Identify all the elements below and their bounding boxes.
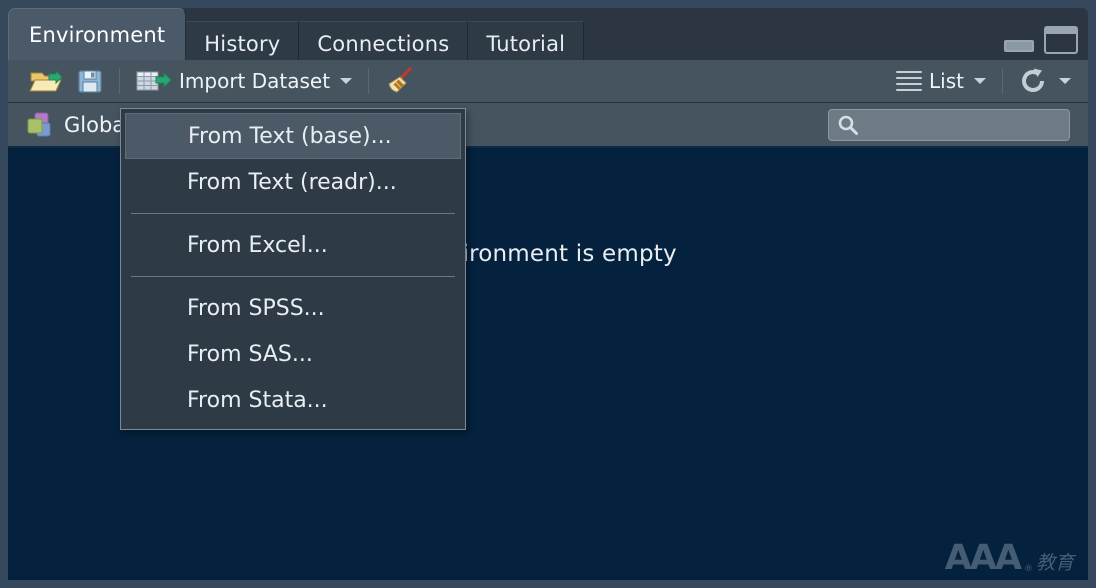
tab-history-label: History <box>204 32 280 56</box>
toolbar-separator-2 <box>368 68 369 94</box>
watermark-chinese-text: 教育 <box>1036 553 1074 574</box>
open-folder-icon <box>29 68 63 94</box>
watermark-aaa-text: AAA <box>945 543 1020 575</box>
view-mode-button[interactable]: List <box>889 66 993 96</box>
refresh-icon <box>1019 67 1049 95</box>
save-workspace-button[interactable] <box>70 65 110 97</box>
menu-item-from-excel-label: From Excel... <box>187 233 328 258</box>
import-table-icon <box>136 69 172 93</box>
import-dataset-label: Import Dataset <box>179 69 330 93</box>
list-view-icon <box>896 71 922 91</box>
toolbar-separator-1 <box>119 68 120 94</box>
toolbar-left-group: Import Dataset <box>8 64 422 98</box>
tab-environment-label: Environment <box>29 23 165 47</box>
watermark-logo: AAA ® 教育 <box>945 543 1074 575</box>
menu-item-from-text-base[interactable]: From Text (base)... <box>125 113 461 159</box>
environment-objects-icon <box>26 112 54 138</box>
menu-item-from-spss[interactable]: From SPSS... <box>121 285 465 331</box>
rstudio-environment-pane: Environment History Connections Tutorial <box>0 0 1096 588</box>
search-icon <box>837 114 859 136</box>
menu-item-from-text-base-label: From Text (base)... <box>188 124 392 149</box>
menu-item-from-sas[interactable]: From SAS... <box>121 331 465 377</box>
tab-connections-label: Connections <box>317 32 449 56</box>
menu-item-from-excel[interactable]: From Excel... <box>121 222 465 268</box>
save-disk-icon <box>77 68 103 94</box>
toolbar-separator-3 <box>1002 68 1003 94</box>
broom-icon <box>385 67 415 95</box>
minimize-icon[interactable] <box>1004 40 1034 52</box>
menu-item-from-stata[interactable]: From Stata... <box>121 377 465 423</box>
menu-item-from-text-readr[interactable]: From Text (readr)... <box>121 159 465 205</box>
tab-list: Environment History Connections Tutorial <box>8 8 584 60</box>
import-dataset-menu: From Text (base)... From Text (readr)...… <box>120 108 466 430</box>
open-workspace-button[interactable] <box>22 65 70 97</box>
tab-environment[interactable]: Environment <box>8 8 186 60</box>
list-label: List <box>929 69 964 93</box>
window-controls <box>1004 22 1078 54</box>
refresh-chevron-down-icon[interactable] <box>1059 78 1071 84</box>
global-environment-label: Globa <box>64 113 125 137</box>
watermark-registered-icon: ® <box>1024 564 1033 574</box>
global-environment-selector[interactable]: Globa <box>8 112 125 138</box>
view-mode-chevron-down-icon[interactable] <box>974 78 986 84</box>
tab-tutorial-label: Tutorial <box>486 32 565 56</box>
chevron-down-icon[interactable] <box>340 78 352 84</box>
toolbar: Import Dataset <box>8 60 1088 103</box>
menu-item-from-text-readr-label: From Text (readr)... <box>187 170 397 195</box>
menu-item-from-spss-label: From SPSS... <box>187 296 325 321</box>
menu-item-from-stata-label: From Stata... <box>187 388 328 413</box>
menu-separator-1 <box>131 213 455 214</box>
search-input[interactable] <box>828 109 1070 141</box>
clear-objects-button[interactable] <box>378 64 422 98</box>
import-dataset-button[interactable]: Import Dataset <box>129 66 359 96</box>
refresh-button[interactable] <box>1012 64 1078 98</box>
menu-item-from-sas-label: From SAS... <box>187 342 313 367</box>
tab-strip: Environment History Connections Tutorial <box>8 8 1088 60</box>
toolbar-right-group: List <box>889 64 1078 98</box>
menu-separator-2 <box>131 276 455 277</box>
maximize-icon[interactable] <box>1044 26 1078 54</box>
